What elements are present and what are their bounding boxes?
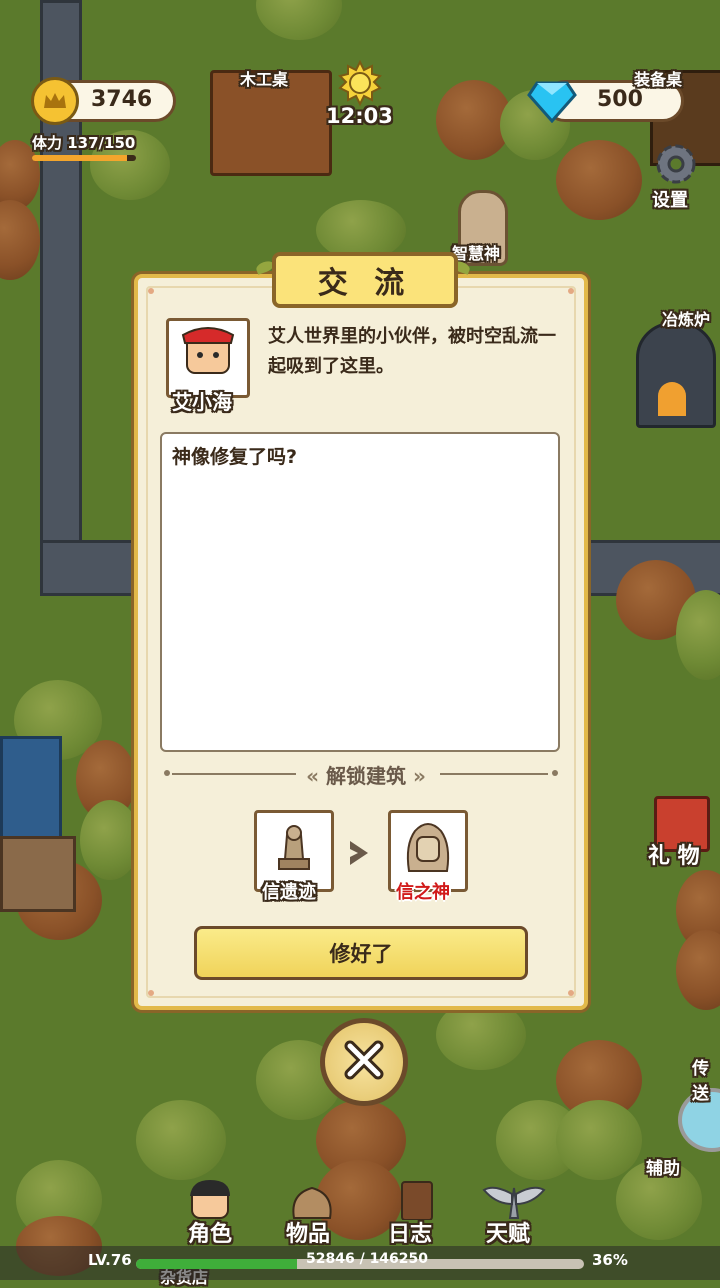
xp-fill [136,1259,298,1269]
close-icon [342,1038,386,1086]
dialog-title: 交 流 [317,266,413,301]
gift-button[interactable]: 礼 物 [648,838,700,870]
unlock-to-label: 信之神 [396,882,450,903]
nav-items-label: 物品 [286,1222,331,1247]
dialog-title-banner: 交 流 [272,252,458,308]
xp-percent: 36% [592,1251,628,1269]
confirm-repaired-button[interactable]: 修好了 [194,926,528,980]
gear-icon [650,140,702,192]
npc-name: 艾小海 [172,390,232,414]
nav-character[interactable]: 角色 [178,1180,242,1247]
assist-button[interactable]: 辅助 [646,1154,680,1179]
nav-log-label: 日志 [388,1222,433,1247]
nav-items[interactable]: 物品 [280,1180,344,1247]
nav-log[interactable]: 日志 [384,1180,448,1247]
divider-right [440,773,548,775]
wings-icon [482,1186,546,1219]
gold-counter: 3746 [31,77,176,125]
smelter-label[interactable]: 冶炼炉 [662,306,710,330]
crown-icon [31,77,79,125]
npc-avatar-icon [181,327,235,374]
message-box: 神像修复了吗? [160,432,560,752]
gift-label: 礼 物 [648,844,700,869]
teleport-label[interactable]: 传送 [692,1054,720,1104]
bag-icon [292,1186,332,1219]
confirm-label: 修好了 [329,942,393,966]
carpentry-label: 木工桌 [240,70,289,89]
diamond-value: 500 [597,87,643,112]
unlock-section-label: 解锁建筑 [326,764,406,788]
book-icon [401,1181,433,1220]
divider-left [172,773,296,775]
close-button[interactable] [320,1018,408,1106]
assist-label: 辅助 [646,1159,680,1179]
arrow-right-icon [346,838,372,872]
nav-talent[interactable]: 天赋 [482,1180,546,1247]
diamond-icon [527,79,577,127]
stamina-fill [32,155,127,161]
character-icon [190,1180,230,1219]
stamina-label: 体力 137/150 [32,134,136,152]
player-level: LV.76 [88,1251,132,1269]
settings-label: 设置 [652,190,688,211]
unlock-section-header: « 解锁建筑 » [306,764,426,788]
god-statue-icon [406,823,450,872]
sun-icon [336,59,384,108]
settings-button[interactable]: 设置 [646,140,706,211]
stamina-bar [32,155,136,161]
nav-character-label: 角色 [188,1222,233,1247]
equipment-label[interactable]: 装备桌 [634,66,682,90]
gold-value: 3746 [91,87,153,112]
nav-talent-label: 天赋 [486,1222,531,1247]
message-text: 神像修复了吗? [172,446,298,468]
game-clock: 12:03 [326,104,393,128]
ruin-statue-icon [278,825,310,870]
xp-value: 52846 / 146250 [306,1251,429,1267]
npc-description: 艾人世界里的小伙伴，被时空乱流一起吸到了这里。 [268,326,556,377]
unlock-from-label: 信遗迹 [262,882,316,903]
